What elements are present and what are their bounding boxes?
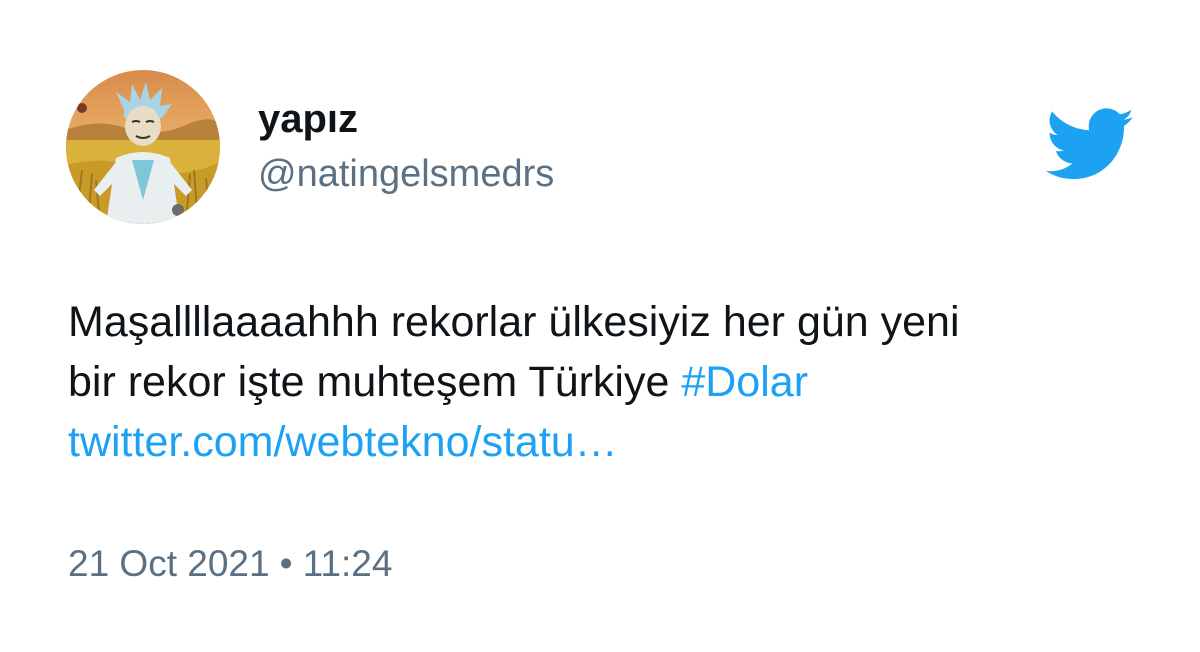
tweet-url-link[interactable]: twitter.com/webtekno/statu… bbox=[68, 412, 1148, 472]
meta-separator: • bbox=[279, 543, 293, 584]
tweet-date: 21 Oct 2021 bbox=[68, 543, 270, 584]
tweet-text-line-1: Maşallllaaaahhh rekorlar ülkesiyiz her g… bbox=[68, 298, 960, 346]
avatar[interactable] bbox=[66, 70, 220, 224]
avatar-image bbox=[66, 70, 220, 224]
tweet-text-line-2: bir rekor işte muhteşem Türkiye #Dolar bbox=[68, 352, 1148, 412]
tweet-card[interactable]: yapız @natingelsmedrs Maşallllaaaahhh re… bbox=[0, 0, 1200, 652]
author-handle[interactable]: @natingelsmedrs bbox=[258, 150, 554, 198]
tweet-text: Maşallllaaaahhh rekorlar ülkesiyiz her g… bbox=[68, 292, 1148, 472]
tweet-timestamp[interactable]: 21 Oct 2021 • 11:24 bbox=[68, 540, 392, 588]
author-display-name[interactable]: yapız bbox=[258, 95, 358, 143]
tweet-time: 11:24 bbox=[302, 543, 393, 584]
hashtag-link[interactable]: #Dolar bbox=[681, 358, 808, 406]
tweet-text-line-2-content: bir rekor işte muhteşem Türkiye bbox=[68, 358, 682, 406]
twitter-bird-icon[interactable] bbox=[1046, 108, 1136, 182]
